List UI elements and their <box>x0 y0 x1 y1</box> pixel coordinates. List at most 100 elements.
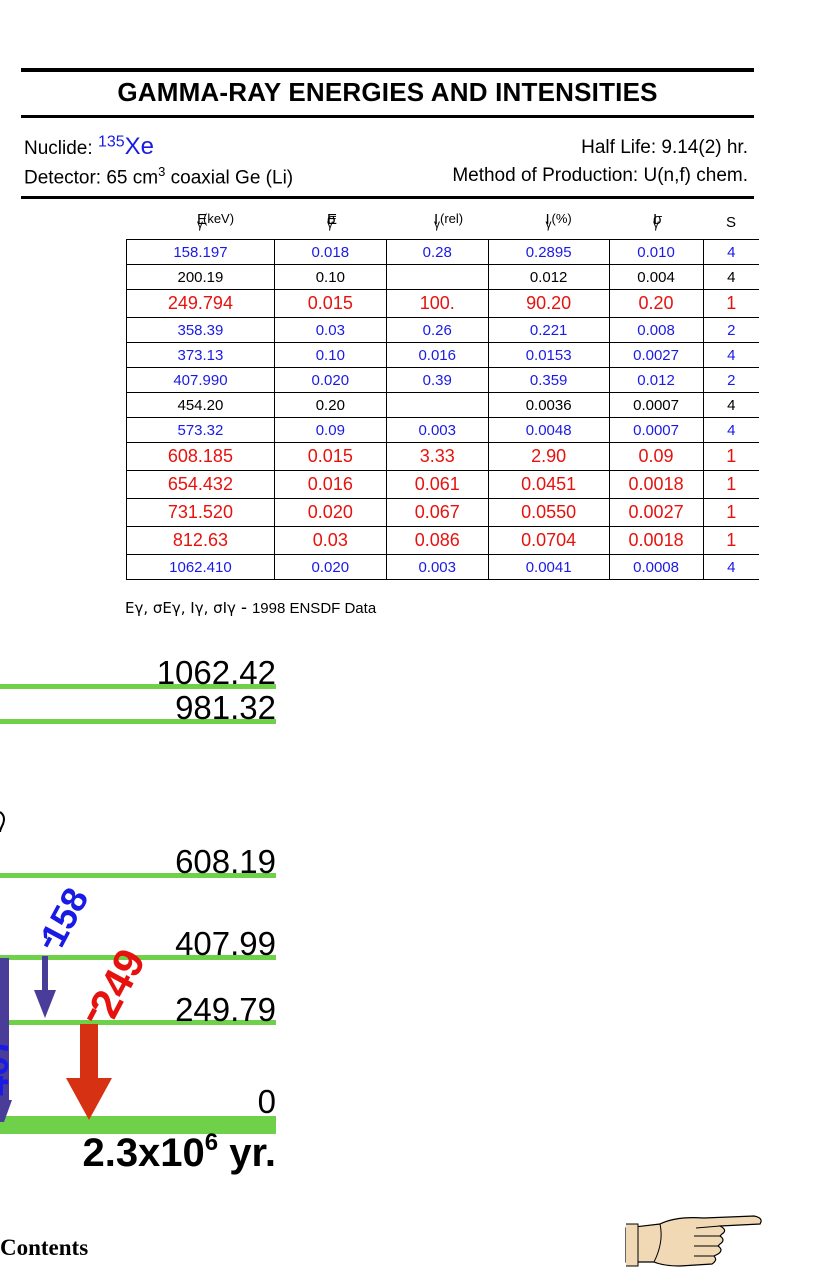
nuclide-symbol: Xe <box>124 133 154 160</box>
level-energy-608: 608.19 <box>175 843 276 880</box>
cell-intensity-rel: 0.061 <box>385 470 489 499</box>
col-intensity-pct: Iγ (%) <box>545 211 572 231</box>
cell-sigma-energy: 0.015 <box>273 442 387 471</box>
cell-intensity-pct: 0.359 <box>487 367 610 393</box>
table-row: 407.990 0.020 0.39 0.359 0.012 2 <box>126 367 759 393</box>
level-energy-ground: 0 <box>257 1083 276 1120</box>
half-life: Half Life: 9.14(2) hr. <box>581 137 748 158</box>
cell-sigma-energy: 0.10 <box>273 264 387 290</box>
table-row: 731.520 0.020 0.067 0.0550 0.0027 1 <box>126 498 759 527</box>
cell-intensity-pct: 0.2895 <box>487 239 610 265</box>
contents-link[interactable]: Contents <box>0 1235 88 1261</box>
cell-sigma-energy: 0.09 <box>273 417 387 443</box>
cell-energy: 1062.410 <box>126 554 275 580</box>
cell-sigma-energy: 0.020 <box>273 554 387 580</box>
cell-sigma-energy: 0.03 <box>273 317 387 343</box>
arrow-249-head <box>66 1078 112 1120</box>
cell-energy: 358.39 <box>126 317 275 343</box>
level-energy-249: 249.79 <box>175 991 276 1028</box>
cell-s: 4 <box>702 342 759 368</box>
cell-intensity-rel: 0.28 <box>385 239 489 265</box>
table-row: 454.20 0.20 0.0036 0.0007 4 <box>126 392 759 418</box>
cell-sigma-energy: 0.10 <box>273 342 387 368</box>
half-life-base: 2.3x10 <box>82 1131 205 1175</box>
header-rule <box>21 196 754 199</box>
nuclide-mass: 135 <box>97 133 125 151</box>
cell-intensity-pct: 0.0451 <box>487 470 610 499</box>
cell-sigma-intensity: 0.010 <box>608 239 704 265</box>
cell-intensity-pct: 0.0048 <box>487 417 610 443</box>
footnote: Eγ, σEγ, Iγ, σIγ - 1998 ENSDF Data <box>125 597 376 618</box>
transition-label-407: 407 <box>0 1035 16 1096</box>
cell-intensity-rel: 0.086 <box>385 526 489 555</box>
cell-intensity-pct: 0.0036 <box>487 392 610 418</box>
cell-energy: 608.185 <box>126 442 275 471</box>
top-rule <box>21 68 754 72</box>
cell-energy: 158.197 <box>126 239 275 265</box>
cell-intensity-pct: 2.90 <box>487 442 610 471</box>
detector-suffix: coaxial Ge (Li) <box>165 167 294 189</box>
cell-intensity-pct: 0.221 <box>487 317 610 343</box>
cell-intensity-rel: 100. <box>385 289 489 318</box>
table-row: 573.32 0.09 0.003 0.0048 0.0007 4 <box>126 417 759 443</box>
cell-energy: 200.19 <box>126 264 275 290</box>
production-method: Method of Production: U(n,f) chem. <box>452 165 748 186</box>
nuclide-name: 135Xe <box>98 133 154 160</box>
cell-sigma-intensity: 0.004 <box>608 264 704 290</box>
table-row: 200.19 0.10 0.012 0.004 4 <box>126 264 759 290</box>
cell-energy: 654.432 <box>126 470 275 499</box>
col-energy: Eγ (keV) <box>197 211 235 231</box>
cell-intensity-pct: 0.0153 <box>487 342 610 368</box>
table-row: 654.432 0.016 0.061 0.0451 0.0018 1 <box>126 470 759 499</box>
cell-s: 4 <box>702 417 759 443</box>
table-row: 812.63 0.03 0.086 0.0704 0.0018 1 <box>126 526 759 555</box>
cell-s: 1 <box>702 498 759 527</box>
nuclide-label: Nuclide: <box>24 138 93 159</box>
footnote-dash: - <box>235 597 252 617</box>
level-energy-1062: 1062.42 <box>156 654 276 691</box>
cell-intensity-pct: 0.0704 <box>487 526 610 555</box>
arrow-158-head <box>34 990 56 1018</box>
cropped-glyph-icon <box>0 811 5 833</box>
cell-s: 4 <box>702 239 759 265</box>
detector-prefix: Detector: 65 cm <box>24 167 159 189</box>
footnote-source: 1998 ENSDF Data <box>251 600 377 617</box>
cell-sigma-energy: 0.020 <box>273 367 387 393</box>
table-row: 158.197 0.018 0.28 0.2895 0.010 4 <box>126 239 759 265</box>
col-sigma-intensity: σ Iγ <box>653 211 663 231</box>
cell-s: 1 <box>702 289 759 318</box>
cell-sigma-energy: 0.016 <box>273 470 387 499</box>
cell-s: 4 <box>702 554 759 580</box>
cell-sigma-intensity: 0.0018 <box>608 526 704 555</box>
cell-sigma-energy: 0.015 <box>273 289 387 318</box>
cell-energy: 573.32 <box>126 417 275 443</box>
cell-intensity-rel: 0.39 <box>385 367 489 393</box>
cell-energy: 407.990 <box>126 367 275 393</box>
cell-s: 2 <box>702 317 759 343</box>
col-sigma-energy: σ Eγ <box>327 211 338 231</box>
cell-s: 1 <box>702 442 759 471</box>
cell-intensity-pct: 0.0550 <box>487 498 610 527</box>
footnote-symbols: Eγ, σEγ, Iγ, σIγ <box>125 599 236 617</box>
level-energy-981: 981.32 <box>175 689 276 726</box>
pointing-hand-icon[interactable] <box>624 1212 766 1270</box>
cell-sigma-intensity: 0.09 <box>608 442 704 471</box>
cell-sigma-energy: 0.20 <box>273 392 387 418</box>
cell-s: 4 <box>702 264 759 290</box>
cell-sigma-intensity: 0.0008 <box>608 554 704 580</box>
cell-intensity-pct: 0.0041 <box>487 554 610 580</box>
cell-sigma-intensity: 0.0007 <box>608 392 704 418</box>
cell-sigma-energy: 0.018 <box>273 239 387 265</box>
cell-energy: 812.63 <box>126 526 275 555</box>
cell-energy: 249.794 <box>126 289 275 318</box>
cell-sigma-intensity: 0.012 <box>608 367 704 393</box>
cell-intensity-rel: 0.003 <box>385 417 489 443</box>
table-row: 373.13 0.10 0.016 0.0153 0.0027 4 <box>126 342 759 368</box>
cell-s: 2 <box>702 367 759 393</box>
cell-sigma-intensity: 0.0018 <box>608 470 704 499</box>
half-life-exponent: 6 <box>204 1129 219 1156</box>
cell-energy: 454.20 <box>126 392 275 418</box>
table-row: 608.185 0.015 3.33 2.90 0.09 1 <box>126 442 759 471</box>
table-row: 249.794 0.015 100. 90.20 0.20 1 <box>126 289 759 318</box>
ground-state-half-life: 2.3x106 yr. <box>82 1129 276 1176</box>
